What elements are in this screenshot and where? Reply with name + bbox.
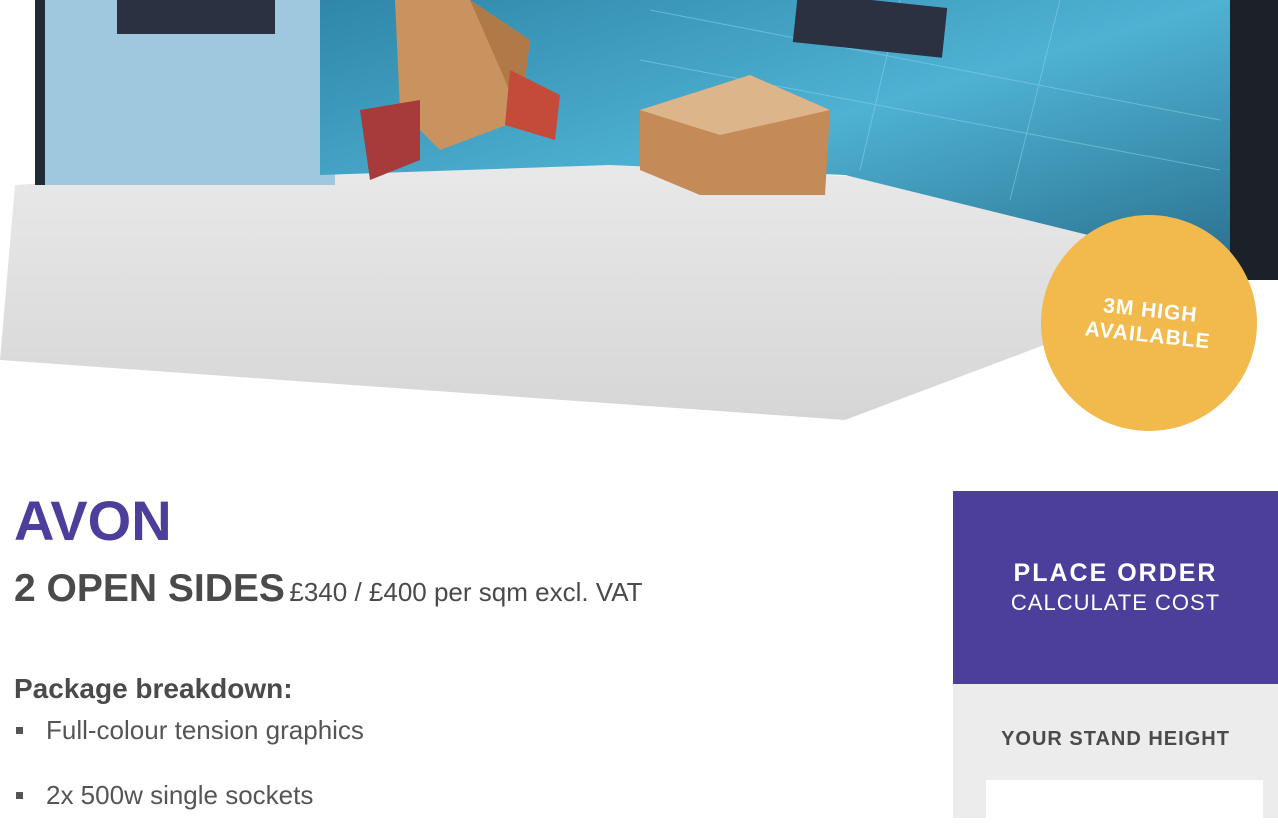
availability-badge: 3M HIGH AVAILABLE	[1041, 215, 1257, 431]
package-breakdown-heading: Package breakdown:	[14, 673, 293, 704]
square-bullet-icon	[16, 727, 23, 734]
square-bullet-icon	[16, 792, 23, 799]
product-title: AVON	[14, 489, 172, 552]
product-subtitle: 2 OPEN SIDES £340 / £400 per sqm excl. V…	[14, 567, 643, 611]
order-panel: PLACE ORDER CALCULATE COST YOUR STAND HE…	[953, 491, 1278, 830]
place-order-header[interactable]: PLACE ORDER CALCULATE COST	[953, 491, 1278, 684]
stand-height-input[interactable]	[986, 780, 1263, 830]
calculate-cost-label: CALCULATE COST	[1010, 590, 1221, 615]
place-order-label: PLACE ORDER	[1013, 559, 1218, 587]
stand-height-label: YOUR STAND HEIGHT	[1001, 728, 1230, 750]
package-feature-list: Full-colour tension graphics 2x 500w sin…	[14, 710, 364, 840]
open-sides-label: 2 OPEN SIDES	[14, 567, 285, 610]
list-item: Full-colour tension graphics	[14, 710, 364, 775]
list-item: 2x 500w single sockets	[14, 775, 364, 840]
price-label: £340 / £400 per sqm excl. VAT	[289, 577, 643, 607]
feature-text: Full-colour tension graphics	[46, 715, 364, 745]
badge-text: 3M HIGH AVAILABLE	[1083, 294, 1212, 354]
feature-text: 2x 500w single sockets	[46, 780, 314, 810]
